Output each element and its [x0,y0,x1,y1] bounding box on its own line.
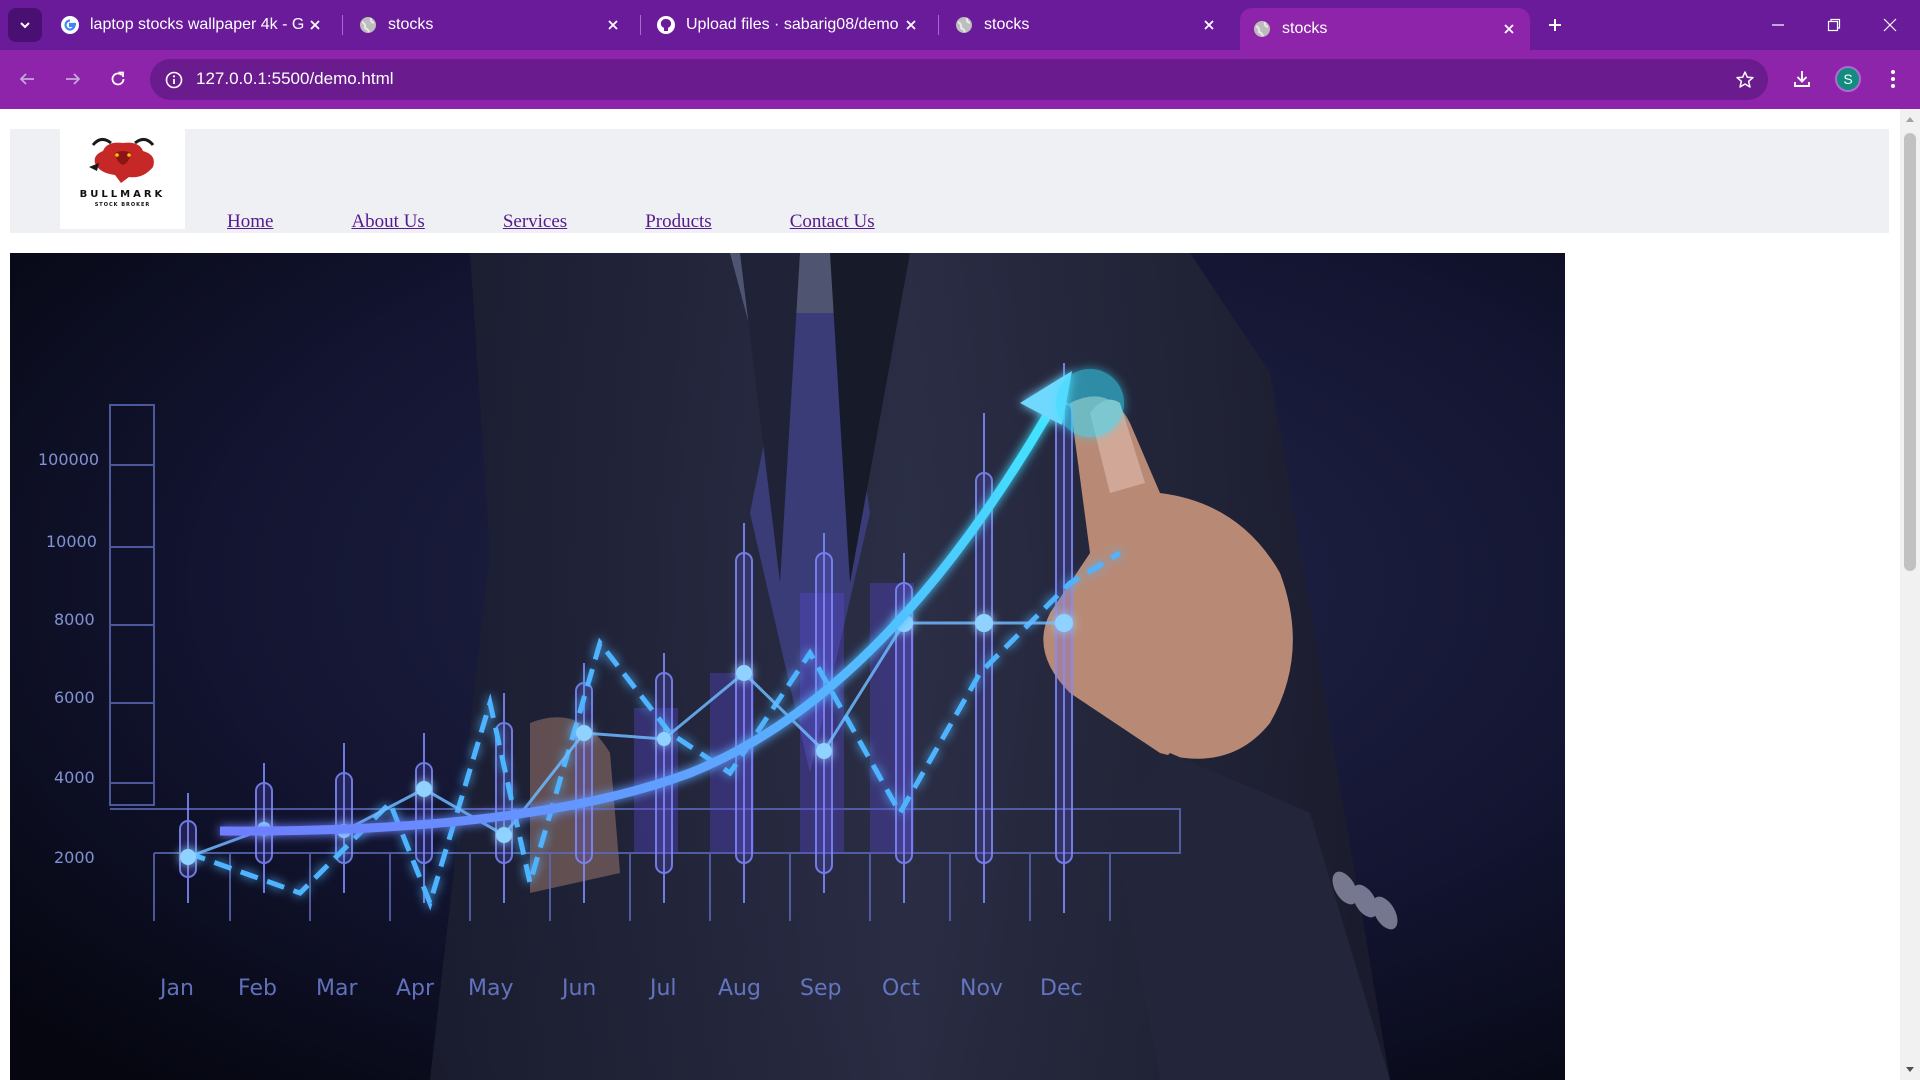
restore-icon [1827,18,1841,32]
tab-separator [640,15,641,35]
plus-icon [1549,19,1561,31]
tab-title: laptop stocks wallpaper 4k - Go [90,16,304,33]
y-tick: 4000 [54,768,95,787]
globe-icon [358,15,378,35]
tab-search-button[interactable] [8,8,42,42]
y-tick: 2000 [54,848,95,867]
nav-link-services[interactable]: Services [503,211,567,233]
main-nav: Home About Us Services Products Contact … [227,211,953,233]
browser-toolbar: 127.0.0.1:5500/demo.html S [0,50,1920,109]
x-tick: Jun [560,976,596,1001]
nav-link-products[interactable]: Products [645,211,712,233]
x-tick: May [468,976,513,1001]
x-tick: Feb [238,976,277,1001]
y-tick: 10000 [46,532,97,551]
reload-icon [111,71,125,86]
github-icon [656,15,676,35]
close-icon[interactable] [602,14,624,36]
globe-icon [954,15,974,35]
bull-logo-icon [88,138,154,183]
tab-4-active[interactable]: stocks [1240,8,1530,50]
nav-link-about-us[interactable]: About Us [351,211,424,233]
y-tick: 100000 [38,450,99,469]
y-tick: 6000 [54,688,95,707]
downloads-button[interactable] [1785,62,1819,96]
forward-button[interactable] [56,62,90,96]
x-tick: Jul [648,976,677,1001]
tab-separator [342,15,343,35]
tab-2[interactable]: Upload files · sabarig08/demo [644,7,932,43]
new-tab-button[interactable] [1540,10,1570,40]
tab-title: Upload files · sabarig08/demo [686,16,899,33]
tab-0[interactable]: laptop stocks wallpaper 4k - Go [48,7,336,43]
hero-image: 100000 10000 8000 6000 4000 2000 Jan Feb… [10,253,1565,1080]
scrollbar-thumb[interactable] [1904,133,1916,571]
x-tick: Dec [1040,976,1083,1001]
x-tick: Aug [718,976,761,1001]
bookmark-star-icon[interactable] [1732,67,1758,93]
globe-icon [1252,19,1272,39]
profile-avatar[interactable]: S [1835,66,1861,92]
bullmark-logo: BULLMARK STOCK BROKER [60,129,185,229]
logo-tagline: STOCK BROKER [94,202,151,208]
tab-title: stocks [1282,20,1328,37]
scroll-down-arrow-icon[interactable] [1900,1060,1920,1080]
browser-menu-button[interactable] [1876,62,1910,96]
chevron-down-icon [20,22,30,29]
scroll-up-arrow-icon[interactable] [1900,109,1920,129]
close-icon [1883,18,1897,32]
tab-1[interactable]: stocks [346,7,634,43]
x-tick: Nov [960,976,1003,1001]
x-tick: Apr [396,976,435,1001]
site-info-icon[interactable] [162,68,186,92]
close-icon[interactable] [304,14,326,36]
close-window-button[interactable] [1862,0,1918,50]
minimize-icon [1772,24,1784,26]
logo-wordmark: BULLMARK [79,189,166,200]
close-icon[interactable] [1198,14,1220,36]
x-tick: Jan [158,976,194,1001]
arrow-right-icon [66,73,81,85]
x-tick: Sep [800,976,841,1001]
page-scrollbar[interactable] [1900,109,1920,1080]
page-viewport: BULLMARK STOCK BROKER Home About Us Serv… [0,109,1900,1080]
tab-title: stocks [984,16,1030,33]
x-tick: Oct [882,976,920,1001]
y-tick: 8000 [54,610,95,629]
google-icon [60,15,80,35]
close-icon[interactable] [1498,18,1520,40]
kebab-menu-icon [1891,70,1895,88]
tab-3[interactable]: stocks [942,7,1230,43]
close-icon[interactable] [900,14,922,36]
address-bar[interactable]: 127.0.0.1:5500/demo.html [150,59,1768,100]
download-icon [1794,71,1810,87]
tab-title: stocks [388,16,434,33]
reload-button[interactable] [101,62,135,96]
url-text[interactable]: 127.0.0.1:5500/demo.html [196,69,394,89]
tab-separator [938,15,939,35]
restore-button[interactable] [1806,0,1862,50]
minimize-button[interactable] [1750,0,1806,50]
arrow-left-icon [19,73,34,85]
site-header: BULLMARK STOCK BROKER Home About Us Serv… [10,129,1889,233]
back-button[interactable] [10,62,44,96]
x-tick: Mar [316,976,358,1001]
nav-link-home[interactable]: Home [227,211,273,233]
nav-link-contact-us[interactable]: Contact Us [790,211,875,233]
tab-strip: laptop stocks wallpaper 4k - Go stocks U… [0,0,1920,50]
hero-illustration: 100000 10000 8000 6000 4000 2000 Jan Feb… [10,253,1565,1080]
